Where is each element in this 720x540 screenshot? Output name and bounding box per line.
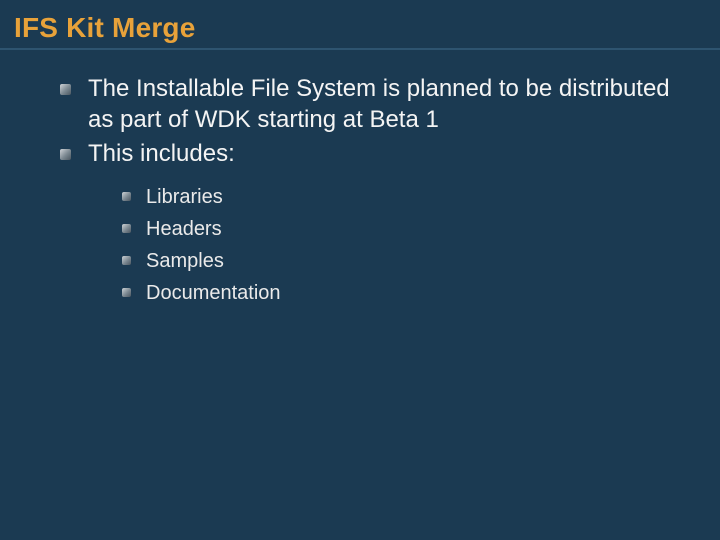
bullet-list-level1: The Installable File System is planned t…: [60, 74, 680, 308]
bullet-list-level2: Libraries Headers Samples Documentation: [122, 182, 680, 308]
bullet-item: The Installable File System is planned t…: [60, 74, 680, 135]
bullet-item: This includes: Libraries Headers Samples…: [60, 139, 680, 308]
sub-bullet-item: Documentation: [122, 278, 680, 308]
sub-bullet-item: Samples: [122, 246, 680, 276]
sub-bullet-text: Libraries: [146, 186, 223, 208]
slide-title: IFS Kit Merge: [0, 10, 720, 50]
slide-content: The Installable File System is planned t…: [0, 50, 720, 308]
sub-bullet-text: Samples: [146, 250, 224, 272]
sub-bullet-text: Documentation: [146, 282, 281, 304]
sub-bullet-item: Headers: [122, 214, 680, 244]
sub-bullet-item: Libraries: [122, 182, 680, 212]
bullet-text: The Installable File System is planned t…: [88, 75, 670, 133]
slide: IFS Kit Merge The Installable File Syste…: [0, 0, 720, 540]
sub-bullet-text: Headers: [146, 218, 222, 240]
bullet-text: This includes:: [88, 140, 235, 167]
